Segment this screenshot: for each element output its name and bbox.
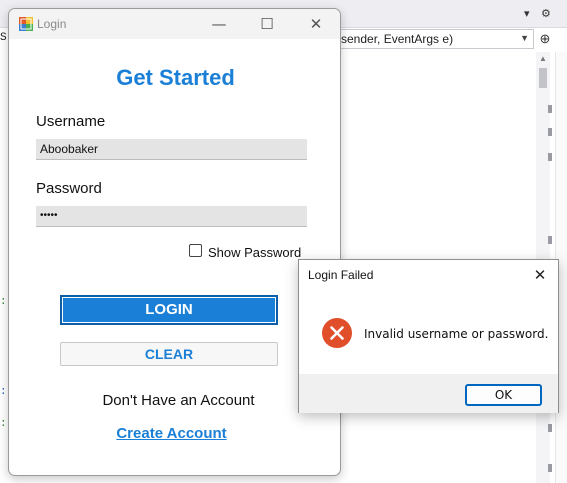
show-password-label[interactable]: Show Password — [208, 245, 301, 260]
minimap-marker — [548, 464, 552, 472]
dialog-message: Invalid username or password. — [364, 327, 549, 341]
clear-button[interactable]: CLEAR — [60, 342, 278, 366]
login-window: Login — ☐ ✕ Get Started Username Aboobak… — [8, 8, 341, 476]
minimap-marker — [548, 424, 552, 432]
ok-button[interactable]: OK — [465, 384, 542, 406]
page-title: Get Started — [116, 65, 235, 90]
chevron-down-icon: ▼ — [520, 33, 529, 43]
error-icon — [322, 318, 352, 348]
minimize-icon[interactable]: — — [196, 9, 242, 39]
login-failed-dialog: Login Failed ✕ Invalid username or passw… — [298, 259, 559, 413]
split-editor-icon[interactable]: ⊕ — [536, 29, 554, 49]
username-input[interactable]: Aboobaker — [36, 139, 307, 160]
no-account-text: Don't Have an Account — [102, 392, 255, 409]
username-label: Username — [36, 113, 106, 130]
settings-gear-icon[interactable]: ⚙ — [541, 7, 551, 20]
show-password-checkbox[interactable] — [189, 244, 202, 257]
dropdown-arrow-icon[interactable]: ▾ — [524, 7, 530, 20]
dialog-footer: OK — [299, 374, 558, 413]
password-input[interactable]: ••••• — [36, 206, 307, 227]
scrollbar-thumb[interactable] — [539, 68, 547, 88]
dialog-title: Login Failed — [308, 268, 374, 282]
dialog-titlebar[interactable]: Login Failed ✕ — [299, 260, 558, 290]
login-button[interactable]: LOGIN — [60, 295, 278, 325]
window-title: Login — [37, 17, 67, 31]
dialog-body: Invalid username or password. — [299, 290, 558, 374]
scroll-up-icon[interactable]: ▲ — [539, 54, 547, 63]
code-fragment: : — [0, 418, 7, 430]
code-fragment: : — [0, 386, 7, 398]
minimap-marker — [548, 236, 552, 244]
code-fragment: : — [0, 296, 7, 308]
method-signature-text: sender, EventArgs e) — [341, 32, 454, 46]
minimap-marker — [548, 105, 552, 113]
close-icon[interactable]: ✕ — [293, 9, 339, 39]
login-titlebar[interactable]: Login — ☐ ✕ — [9, 9, 340, 39]
create-account-link[interactable]: Create Account — [9, 425, 334, 442]
ide-left-code-fragment: S — [0, 32, 7, 44]
minimap-marker — [548, 128, 552, 136]
method-dropdown[interactable]: sender, EventArgs e) ▼ — [336, 29, 534, 49]
minimap-marker — [548, 153, 552, 161]
close-icon[interactable]: ✕ — [522, 260, 558, 290]
app-icon — [19, 17, 33, 31]
password-label: Password — [36, 180, 102, 197]
maximize-icon[interactable]: ☐ — [244, 9, 290, 39]
